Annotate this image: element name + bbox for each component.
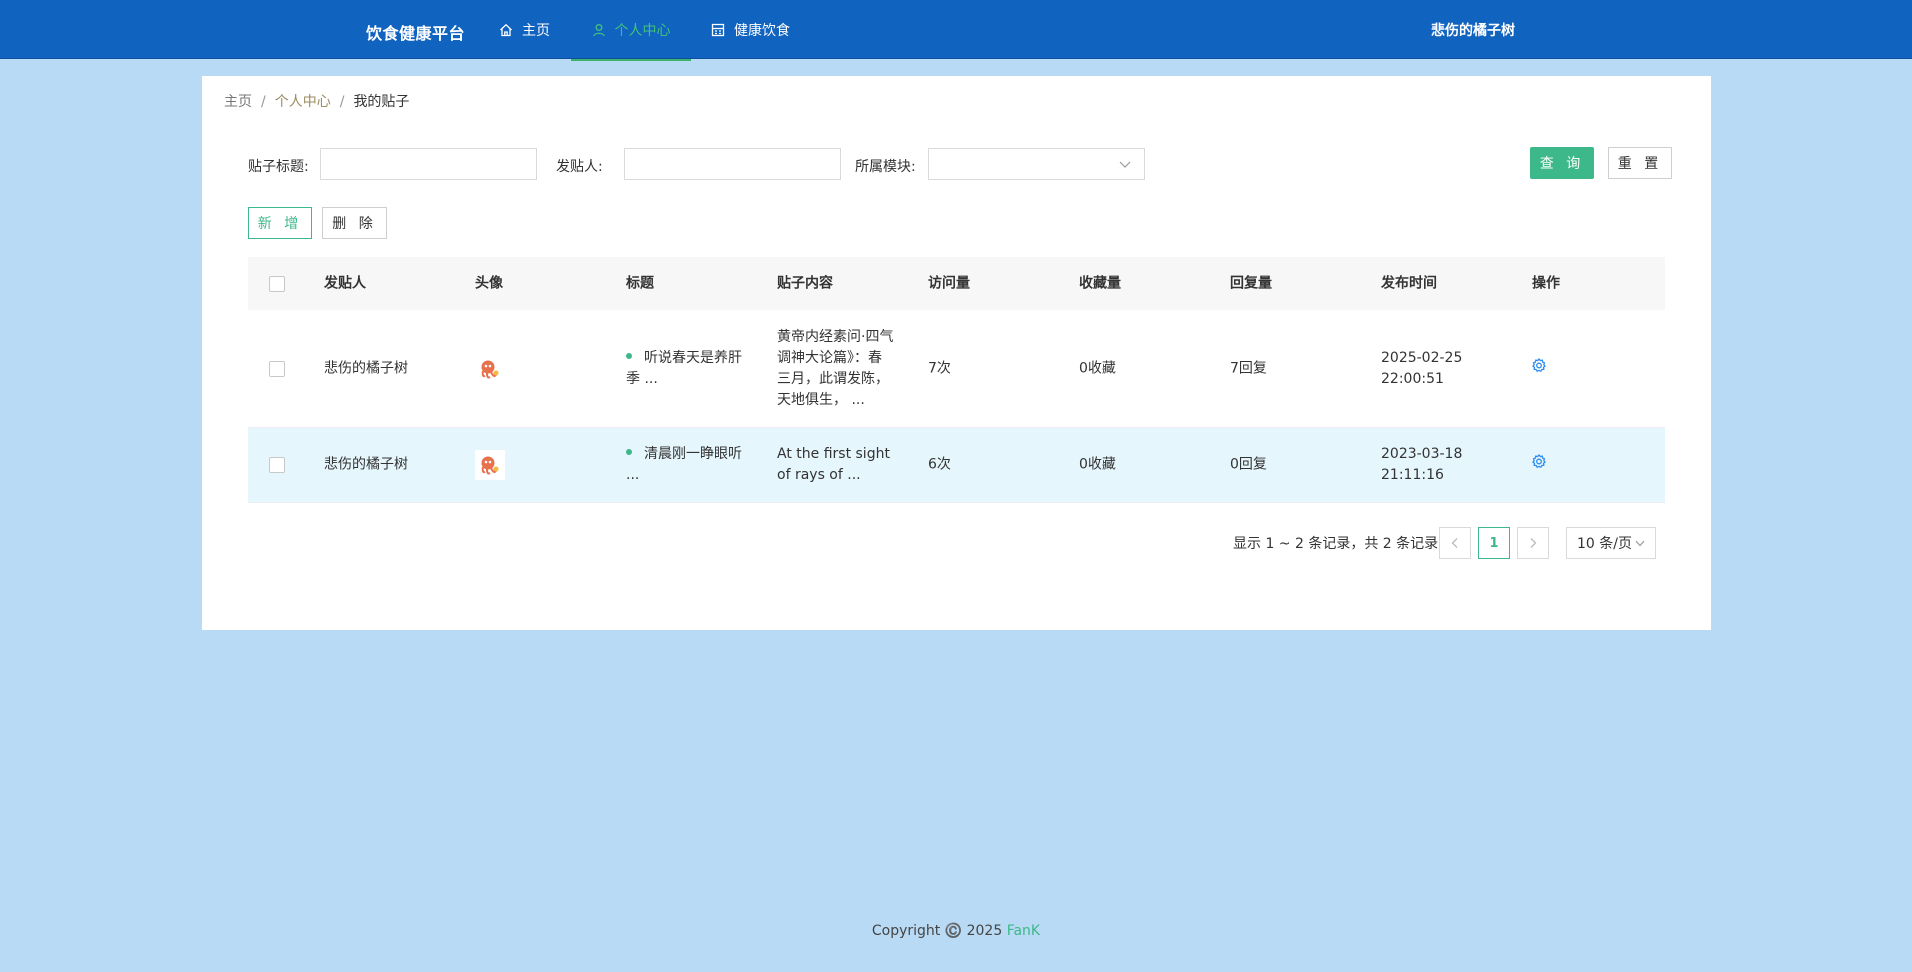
row-title-text: 听说春天是养肝季 ... [626,349,742,387]
column-header: 发布时间 [1381,275,1437,291]
page-size-select[interactable]: 10 条/页 [1566,527,1656,559]
title-dot [626,352,632,359]
title-filter-label: 贴子标题: [248,159,309,175]
row-title-text: 清晨刚一睁眼听 ... [626,446,742,483]
site-brand: 饮食健康平台 [366,24,466,43]
column-header: 收藏量 [1079,275,1121,291]
row-checkbox[interactable] [269,457,285,473]
poster-filter-label: 发贴人: [556,159,603,175]
row-favorites: 0收藏 [1079,360,1116,376]
add-button[interactable]: 新 增 [248,207,312,239]
avatar [475,353,505,384]
select-all-checkbox[interactable] [269,275,285,292]
avatar [475,450,505,480]
row-settings-button[interactable] [1531,454,1547,477]
octopus-avatar-icon [481,456,499,475]
poster-filter-input[interactable] [624,148,841,180]
chevron-down-icon [1635,540,1645,547]
gear-icon [1532,357,1546,372]
breadcrumb-home[interactable]: 主页 [224,94,252,110]
calculator-icon [711,23,725,37]
row-publish-time: 2023-03-18 21:11:16 [1381,446,1463,483]
nav-home[interactable]: 主页 [499,0,550,60]
gear-icon [1532,454,1546,469]
octopus-avatar-icon [481,360,499,378]
title-dot [626,449,632,455]
row-replies: 0回复 [1230,456,1267,473]
chevron-left-icon [1451,538,1458,548]
page-number-button[interactable]: 1 [1478,527,1510,559]
row-title[interactable]: 听说春天是养肝季 ... [626,348,751,390]
main-panel: 主页 / 个人中心 / 我的贴子 贴子标题: 发贴人: 所属模块: 查 询 重 置 新 … [202,76,1711,630]
delete-button[interactable]: 删 除 [322,207,387,239]
query-button[interactable]: 查 询 [1530,147,1594,179]
column-header: 标题 [626,275,654,291]
pagination-info: 显示 1 ~ 2 条记录，共 2 条记录 [1233,536,1439,552]
module-filter-label: 所属模块: [855,159,916,175]
nav-home-label: 主页 [522,23,550,39]
breadcrumb-personal-center[interactable]: 个人中心 [275,94,331,110]
column-header: 回复量 [1230,275,1272,291]
row-visits: 6次 [928,456,951,473]
nav-healthy-diet-label: 健康饮食 [734,23,790,39]
next-page-button[interactable] [1517,527,1549,559]
row-checkbox[interactable] [269,360,285,377]
table-header: 发贴人 头像 标题 贴子内容 访问量 收藏量 回复量 发布时间 操作 [248,257,1665,310]
breadcrumb-separator: / [339,94,345,110]
nav-personal-center-label: 个人中心 [614,22,671,39]
nav-healthy-diet[interactable]: 健康饮食 [711,0,790,60]
nav-personal-center[interactable]: 个人中心 [571,0,691,61]
row-publish-time: 2025-02-25 22:00:51 [1381,349,1463,387]
row-favorites: 0收藏 [1079,456,1116,473]
table-row[interactable]: 悲伤的橘子树 听说春天是养肝季 ... 黄帝内经素问·四气调神大论篇》：春三月，… [248,310,1665,428]
row-content: At the first sight of rays of ... [777,446,890,483]
breadcrumb-separator: / [261,94,266,110]
posts-table: 发贴人 头像 标题 贴子内容 访问量 收藏量 回复量 发布时间 操作 悲伤的橘子… [248,257,1665,503]
row-poster: 悲伤的橘子树 [324,456,408,473]
page-size-value: 10 条/页 [1577,536,1632,552]
breadcrumb: 主页 / 个人中心 / 我的贴子 [224,91,409,111]
chevron-down-icon [1119,161,1131,168]
row-settings-button[interactable] [1531,357,1547,380]
title-filter-input[interactable] [320,148,537,180]
current-username[interactable]: 悲伤的橘子树 [1431,20,1515,40]
table-row[interactable]: 悲伤的橘子树 清晨刚一睁眼听 ... At the first sight of… [248,428,1665,503]
footer: Copyright ©️ 2025 FanK [0,923,1912,939]
module-filter-select[interactable] [928,148,1145,180]
breadcrumb-current: 我的贴子 [353,94,410,110]
prev-page-button[interactable] [1439,527,1471,559]
chevron-right-icon [1530,538,1537,548]
row-content: 黄帝内经素问·四气调神大论篇》：春三月，此谓发陈，天地俱生， ... [777,328,894,408]
home-icon [500,23,512,37]
column-header: 贴子内容 [777,275,833,291]
column-header: 发贴人 [324,275,366,291]
user-icon [592,23,605,36]
column-header: 访问量 [928,275,970,291]
row-poster: 悲伤的橘子树 [324,360,408,376]
top-navbar: 饮食健康平台 主页 个人中心 健康饮食 悲伤的橘子树 [0,0,1912,61]
row-visits: 7次 [928,360,951,376]
row-title[interactable]: 清晨刚一睁眼听 ... [626,444,751,486]
row-replies: 7回复 [1230,360,1267,376]
copyright-text: Copyright ©️ 2025 [871,923,1007,939]
footer-author-link[interactable]: FanK [1007,923,1040,939]
column-header: 操作 [1532,275,1560,291]
reset-button[interactable]: 重 置 [1608,147,1672,179]
column-header: 头像 [475,275,503,291]
